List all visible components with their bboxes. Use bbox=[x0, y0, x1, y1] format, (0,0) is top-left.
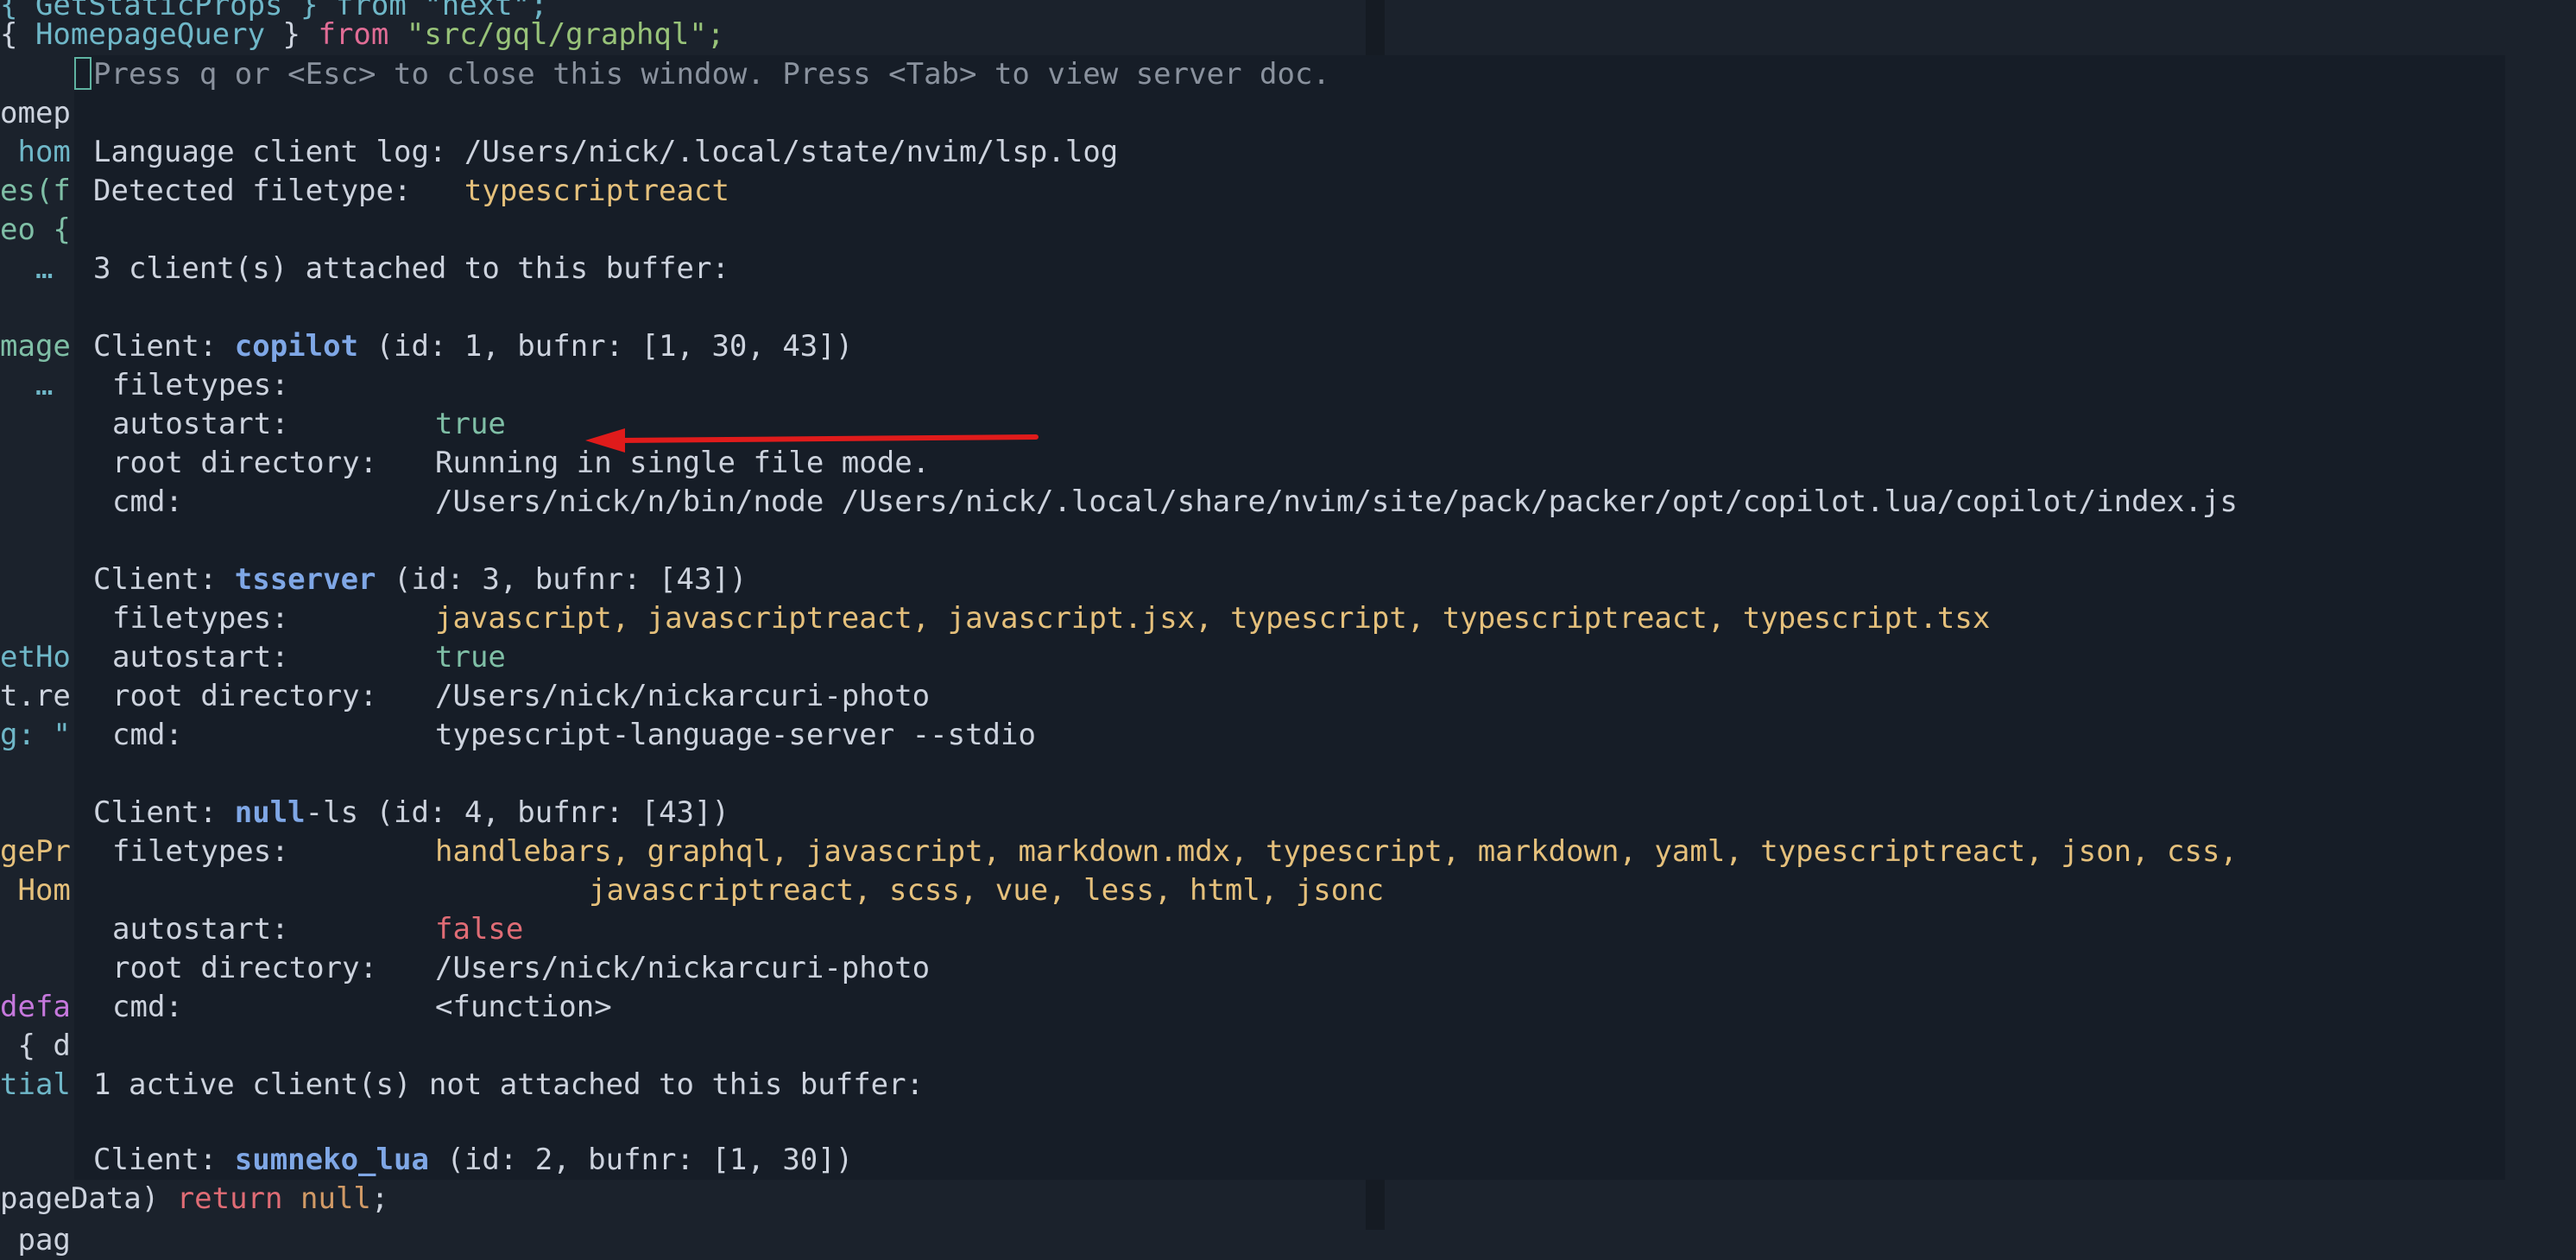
keyword-from: from bbox=[318, 17, 389, 52]
background-code-fragment: { d bbox=[0, 1029, 71, 1063]
code-line-return-null: pageData) return null; bbox=[0, 1181, 389, 1216]
client-tsserver-root-row: root directory:/Users/nick/nickarcuri-ph… bbox=[112, 677, 1321, 716]
red-annotation-arrow-icon bbox=[585, 428, 1039, 453]
client-tsserver-cmd-row: cmd: typescript-language-server --stdio bbox=[112, 716, 1321, 755]
attached-clients-summary: 3 client(s) attached to this buffer: bbox=[93, 251, 729, 286]
client-name-tsserver[interactable]: tsserver bbox=[235, 562, 376, 597]
client-null-ls-filetypes-continuation: javascriptreact, scss, vue, less, html, … bbox=[589, 873, 1385, 908]
background-code-fragment: defa bbox=[0, 990, 71, 1024]
lspinfo-floating-window[interactable]: Press q or <Esc> to close this window. P… bbox=[74, 55, 2505, 1180]
client-null-ls-cmd-row: cmd: <function> bbox=[112, 988, 1321, 1027]
lspinfo-header-hint: Press q or <Esc> to close this window. P… bbox=[93, 57, 1330, 92]
background-code-fragment: es(f bbox=[0, 174, 71, 208]
client-null-ls-autostart-row: autostart: false bbox=[112, 910, 1321, 949]
client-name-sumneko-lua[interactable]: sumneko_lua bbox=[235, 1143, 429, 1177]
client-null-ls-cmd-value: <function> bbox=[435, 990, 612, 1024]
not-attached-clients-summary: 1 active client(s) not attached to this … bbox=[93, 1067, 925, 1102]
language-client-log-line: Language client log: /Users/nick/.local/… bbox=[93, 135, 1119, 169]
client-copilot-header: Client: copilot (id: 1, bufnr: [1, 30, 4… bbox=[93, 329, 854, 364]
client-null-ls-filetypes-row: filetypes: handlebars, graphql, javascrip… bbox=[112, 833, 2443, 871]
client-name-copilot[interactable]: copilot bbox=[235, 329, 358, 364]
background-code-fragment: … bbox=[0, 368, 54, 402]
client-tsserver-filetypes-value: javascript, javascriptreact, javascript.… bbox=[435, 601, 1991, 636]
client-null-ls-filetypes-value: handlebars, graphql, javascript, markdow… bbox=[435, 834, 2238, 869]
background-code-fragment: … bbox=[0, 251, 54, 286]
client-copilot-autostart-value: true bbox=[435, 407, 506, 441]
literal-null: null bbox=[282, 1181, 371, 1216]
client-tsserver-autostart-row: autostart: true bbox=[112, 638, 1321, 677]
background-code-fragment: hom bbox=[0, 135, 71, 169]
background-code-fragment: mage bbox=[0, 329, 71, 364]
client-sumneko-lua-header: Client: sumneko_lua (id: 2, bufnr: [1, 3… bbox=[93, 1143, 854, 1177]
client-null-ls-autostart-value: false bbox=[435, 912, 524, 947]
import-path-string: "src/gql/graphql"; bbox=[388, 17, 725, 52]
client-null-ls-root-row: root directory:/Users/nick/nickarcuri-ph… bbox=[112, 949, 1321, 988]
client-tsserver-root-value: /Users/nick/nickarcuri-photo bbox=[435, 679, 931, 713]
background-code-fragment: etHo bbox=[0, 640, 71, 674]
background-code-fragment: g: " bbox=[0, 718, 71, 752]
client-tsserver-filetypes-row: filetypes: javascript, javascriptreact, j… bbox=[112, 599, 2443, 638]
arrow-shaft bbox=[617, 434, 1039, 443]
background-code-fragment: pag bbox=[0, 1223, 71, 1257]
detected-filetype-line: Detected filetype: typescriptreact bbox=[93, 174, 729, 208]
background-code-fragment: omep bbox=[0, 96, 71, 130]
background-code-fragment: Hom bbox=[0, 873, 71, 908]
client-null-ls-root-value: /Users/nick/nickarcuri-photo bbox=[435, 951, 931, 985]
background-code-fragment: eo { bbox=[0, 212, 71, 247]
cursor-block bbox=[74, 57, 92, 90]
code-line-import: { HomepageQuery } from "src/gql/graphql"… bbox=[0, 17, 725, 52]
client-copilot-cmd-row: cmd:/Users/nick/n/bin/node /Users/nick/.… bbox=[112, 483, 2443, 522]
client-copilot-cmd-value: /Users/nick/n/bin/node /Users/nick/.loca… bbox=[435, 484, 2238, 519]
background-code-fragment: tial bbox=[0, 1067, 71, 1102]
keyword-return: return bbox=[176, 1181, 283, 1216]
client-name-null-ls[interactable]: null bbox=[235, 795, 306, 830]
background-code-fragment: gePr bbox=[0, 834, 71, 869]
client-tsserver-cmd-value: typescript-language-server --stdio bbox=[435, 718, 1036, 752]
client-null-ls-header: Client: null-ls (id: 4, bufnr: [43]) bbox=[93, 795, 729, 830]
client-copilot-filetypes-row: filetypes: bbox=[112, 368, 289, 402]
background-code-fragment: t.re bbox=[0, 679, 71, 713]
import-identifier: HomepageQuery bbox=[35, 17, 266, 52]
detected-filetype-value: typescriptreact bbox=[464, 174, 729, 208]
client-tsserver-autostart-value: true bbox=[435, 640, 506, 674]
log-path[interactable]: /Users/nick/.local/state/nvim/lsp.log bbox=[464, 135, 1118, 169]
client-tsserver-header: Client: tsserver (id: 3, bufnr: [43]) bbox=[93, 562, 748, 597]
